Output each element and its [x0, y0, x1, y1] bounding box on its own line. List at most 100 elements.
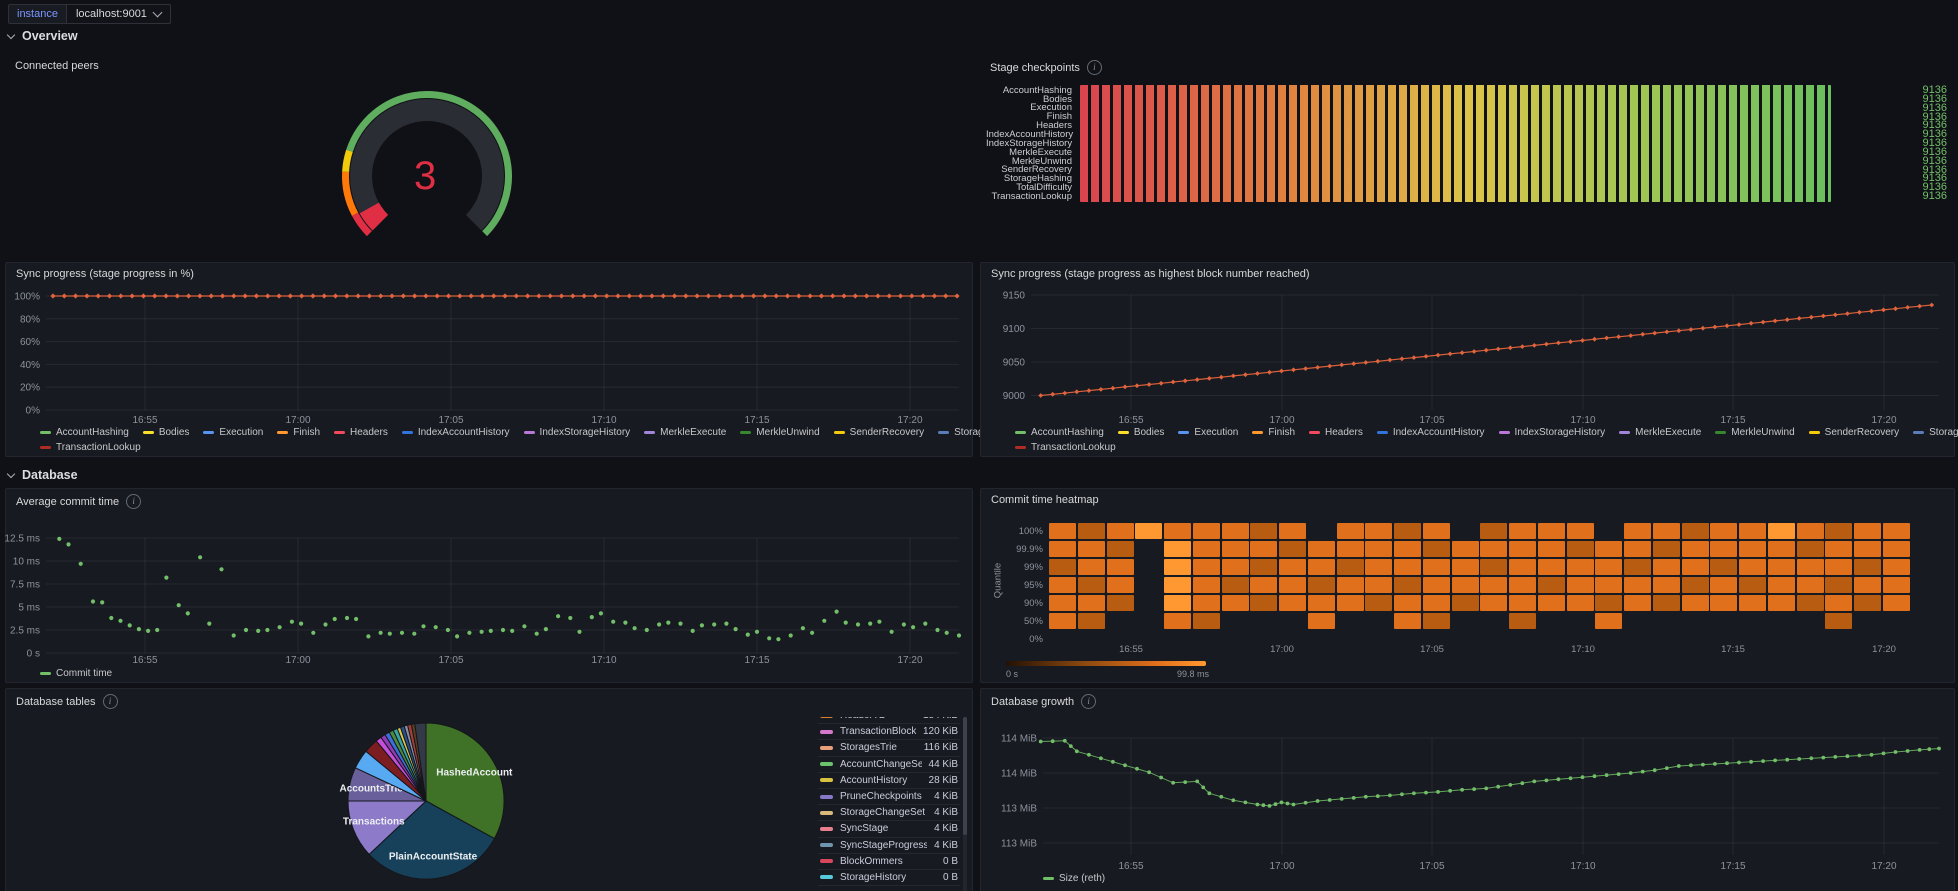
section-title: Overview — [22, 29, 78, 43]
legend-swatch — [740, 431, 751, 435]
heatmap-cell — [1250, 559, 1277, 575]
legend-item[interactable]: TransactionLookup — [1015, 442, 1116, 453]
legend-item[interactable]: MerkleUnwind — [740, 427, 819, 438]
legend-item[interactable]: Execution — [1178, 427, 1238, 438]
table-legend-row[interactable]: TransactionBlock120 KiB — [818, 724, 960, 740]
table-legend-row[interactable]: StorageHistory0 B — [818, 870, 960, 886]
heatmap-cell — [1509, 577, 1536, 593]
heatmap-cell — [1883, 523, 1910, 539]
heatmap-cell — [1710, 541, 1737, 557]
legend-item[interactable]: IndexStorageHistory — [1499, 427, 1606, 438]
table-legend-row[interactable]: HeaderTD184 KiB — [818, 717, 960, 724]
panel-title[interactable]: Stage checkpoints i — [990, 60, 1102, 75]
legend-swatch — [1015, 431, 1026, 435]
scrollbar-thumb[interactable] — [963, 717, 967, 835]
legend-item[interactable]: TransactionLookup — [40, 442, 141, 453]
info-icon[interactable]: i — [1081, 694, 1096, 709]
heatmap-scale-max: 99.8 ms — [1153, 670, 1209, 679]
info-icon[interactable]: i — [103, 694, 118, 709]
legend-swatch — [1499, 431, 1510, 435]
panel-title-text: Stage checkpoints — [990, 62, 1080, 74]
p-ct-chart: 16:5517:0017:0517:1017:1517:2012.5 ms10 … — [6, 489, 972, 682]
table-legend-row[interactable]: StorageChangeSet4 KiB — [818, 805, 960, 821]
legend-item[interactable]: Finish — [277, 427, 320, 438]
table-legend-row[interactable]: AccountHistory28 KiB — [818, 773, 960, 789]
legend-item[interactable]: MerkleExecute — [1619, 427, 1701, 438]
legend-item[interactable]: Bodies — [143, 427, 190, 438]
legend-swatch — [1377, 431, 1388, 435]
legend-swatch — [1252, 431, 1263, 435]
table-legend-row[interactable]: StoragesTrie116 KiB — [818, 740, 960, 756]
svg-text:7.5 ms: 7.5 ms — [10, 580, 40, 591]
legend-item[interactable]: Commit time — [40, 668, 112, 679]
table-size: 44 KiB — [929, 759, 958, 770]
heatmap-cell — [1480, 577, 1507, 593]
heatmap-color-scale — [1006, 661, 1206, 666]
svg-text:9000: 9000 — [1003, 391, 1026, 402]
panel-title[interactable]: Sync progress (stage progress in %) — [16, 268, 194, 280]
heatmap-cell — [1825, 523, 1852, 539]
heatmap-cell — [1452, 577, 1479, 593]
panel-title[interactable]: Connected peers — [15, 60, 99, 72]
legend-item[interactable]: Execution — [203, 427, 263, 438]
info-icon[interactable]: i — [1087, 60, 1102, 75]
heatmap-cell — [1797, 523, 1824, 539]
legend-item[interactable]: MerkleExecute — [644, 427, 726, 438]
info-icon[interactable]: i — [126, 494, 141, 509]
table-name: SyncStage — [840, 823, 927, 834]
legend-item[interactable]: SenderRecovery — [1809, 427, 1899, 438]
table-name: HeaderTD — [840, 717, 916, 721]
panel-title[interactable]: Database tables i — [16, 694, 118, 709]
table-size: 120 KiB — [923, 726, 958, 737]
heatmap-cell — [1797, 559, 1824, 575]
table-legend-row[interactable]: SyncStageProgress4 KiB — [818, 838, 960, 854]
heatmap-cell — [1337, 559, 1364, 575]
legend-item[interactable]: IndexAccountHistory — [402, 427, 510, 438]
section-overview[interactable]: Overview — [8, 28, 78, 44]
legend-swatch — [820, 875, 833, 879]
table-legend-row[interactable]: AccountChangeSet44 KiB — [818, 757, 960, 773]
heatmap-cell — [1624, 523, 1651, 539]
legend-item[interactable]: MerkleUnwind — [1715, 427, 1794, 438]
panel-average-commit-time: Average commit time i 16:5517:0017:0517:… — [5, 488, 973, 683]
legend-item[interactable]: IndexStorageHistory — [524, 427, 631, 438]
instance-dropdown-value: localhost:9001 — [76, 8, 147, 20]
heatmap-row-label: 0% — [983, 635, 1043, 645]
panel-title[interactable]: Commit time heatmap — [991, 494, 1099, 506]
heatmap-cell — [1567, 559, 1594, 575]
heatmap-cell — [1049, 559, 1076, 575]
table-legend-row[interactable]: SyncStage4 KiB — [818, 821, 960, 837]
heatmap-cell — [1365, 523, 1392, 539]
table-legend-row[interactable]: BlockOmmers0 B — [818, 854, 960, 870]
legend-swatch — [820, 811, 833, 815]
legend-item[interactable]: SenderRecovery — [834, 427, 924, 438]
legend-item[interactable]: AccountHashing — [1015, 427, 1104, 438]
heatmap-cell — [1279, 541, 1306, 557]
panel-title[interactable]: Database growth i — [991, 694, 1096, 709]
legend-swatch — [1619, 431, 1630, 435]
legend-item[interactable]: Headers — [1309, 427, 1363, 438]
legend-item[interactable]: StorageHashing — [1913, 427, 1958, 438]
p-dg-chart: 16:5517:0017:0517:1017:1517:20114 MiB114… — [981, 689, 1954, 882]
heatmap-cell — [1624, 595, 1651, 611]
panel-title[interactable]: Average commit time i — [16, 494, 141, 509]
legend-item[interactable]: IndexAccountHistory — [1377, 427, 1485, 438]
legend-item[interactable]: Bodies — [1118, 427, 1165, 438]
table-legend-row[interactable]: PruneCheckpoints4 KiB — [818, 789, 960, 805]
legend-item[interactable]: AccountHashing — [40, 427, 129, 438]
section-database[interactable]: Database — [8, 467, 78, 483]
legend-swatch — [820, 827, 833, 831]
table-name: PruneCheckpoints — [840, 791, 927, 802]
legend-item[interactable]: Finish — [1252, 427, 1295, 438]
heatmap-cell — [1279, 559, 1306, 575]
legend-item[interactable]: Headers — [334, 427, 388, 438]
heatmap-cell — [1308, 559, 1335, 575]
heatmap-cell — [1049, 613, 1076, 629]
svg-text:0%: 0% — [26, 406, 41, 417]
legend-item[interactable]: Size (reth) — [1043, 873, 1105, 884]
legend-swatch — [1913, 431, 1924, 435]
instance-dropdown[interactable]: localhost:9001 — [66, 4, 171, 24]
panel-title[interactable]: Sync progress (stage progress as highest… — [991, 268, 1310, 280]
heatmap-cell — [1222, 541, 1249, 557]
heatmap-cell — [1883, 595, 1910, 611]
